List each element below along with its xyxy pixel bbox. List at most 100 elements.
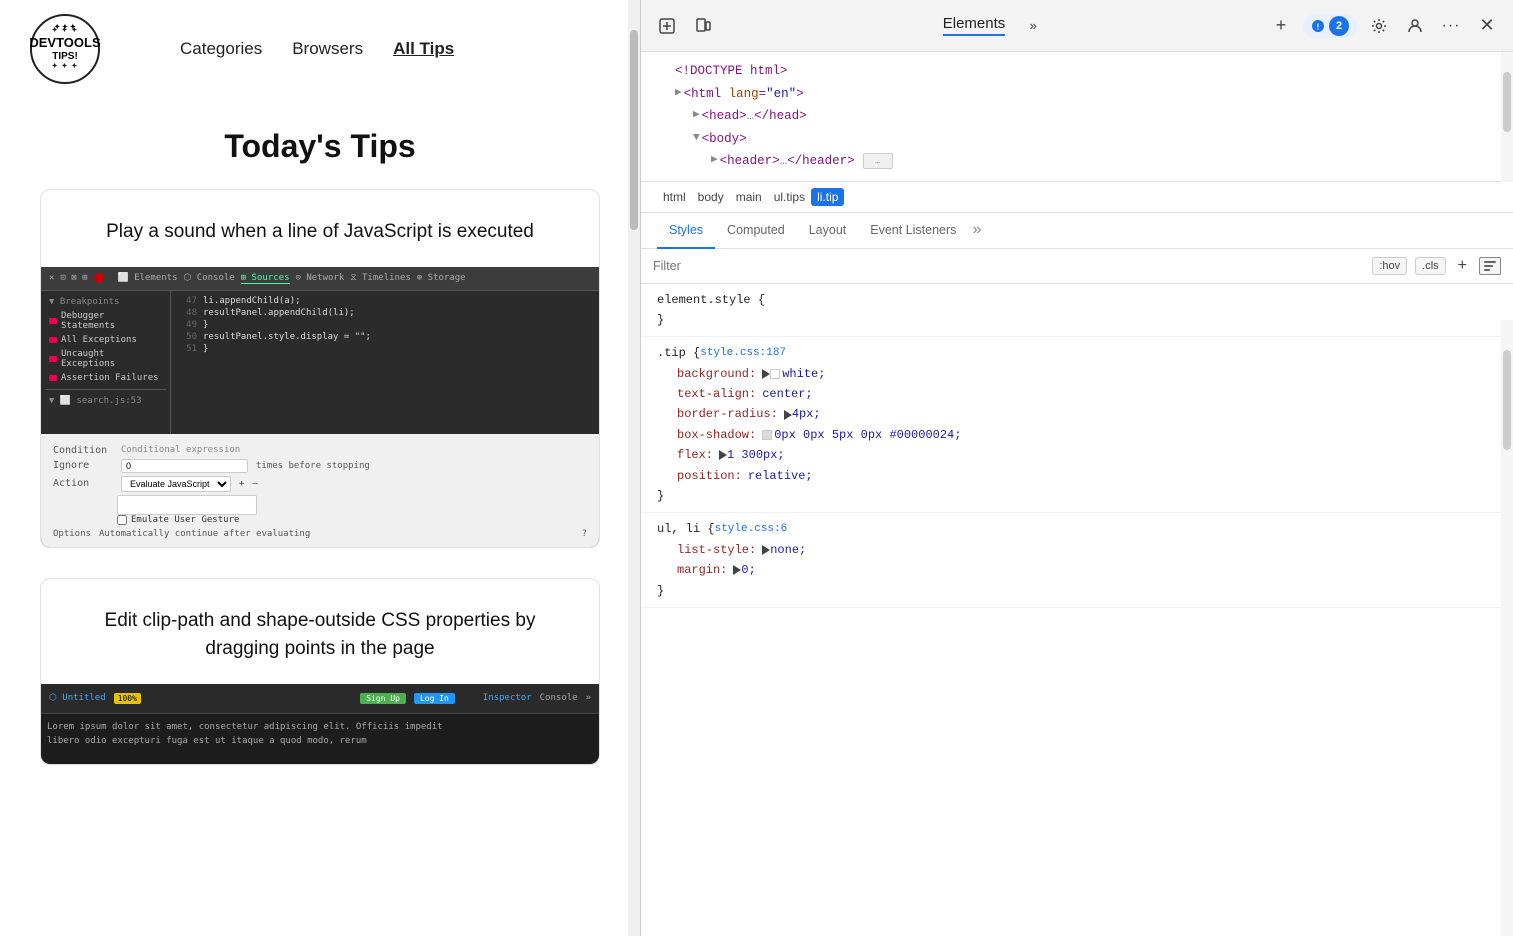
dom-head[interactable]: ▶ <head>…</head> bbox=[657, 105, 1497, 128]
body-expand-arrow[interactable]: ▼ bbox=[693, 129, 700, 149]
background-color-swatch[interactable] bbox=[770, 369, 780, 379]
css-value-flex: 1 300px; bbox=[727, 445, 785, 465]
bp-assertion-fail: Assertion Failures bbox=[45, 371, 166, 385]
add-style-button[interactable]: + bbox=[1454, 255, 1471, 277]
css-selector-tip[interactable]: .tip { bbox=[657, 343, 700, 363]
filter-input[interactable] bbox=[653, 259, 1364, 273]
bc-li-tip[interactable]: li.tip bbox=[811, 188, 844, 206]
css-source-link-tip[interactable]: style.css:187 bbox=[700, 344, 786, 363]
condition-expression: Conditional expression bbox=[121, 445, 240, 455]
breakpoints-label: ▼ Breakpoints bbox=[45, 295, 166, 309]
css-prop-flex: flex: 1 300px; bbox=[657, 445, 1497, 465]
tab-styles[interactable]: Styles bbox=[657, 213, 715, 249]
action-select[interactable]: Evaluate JavaScript bbox=[121, 476, 231, 492]
more-tabs-button[interactable]: » bbox=[972, 221, 981, 239]
dom-body[interactable]: ▼ <body> bbox=[657, 128, 1497, 151]
dom-html[interactable]: ▶ <html lang="en"> bbox=[657, 83, 1497, 106]
css-close-brace-3: } bbox=[657, 581, 664, 601]
css-value-text-align: center; bbox=[762, 384, 812, 404]
css-close-brace-2: } bbox=[657, 486, 664, 506]
svg-text:!: ! bbox=[1317, 22, 1320, 31]
firefox-screenshot: ⬡ Untitled 100% Sign Up Log In Inspector… bbox=[41, 684, 599, 764]
ff-content: Lorem ipsum dolor sit amet, consectetur … bbox=[41, 714, 599, 755]
inspector-label[interactable]: Inspector bbox=[483, 693, 532, 703]
nav-all-tips[interactable]: All Tips bbox=[393, 39, 454, 59]
css-selector-element-style: element.style { bbox=[657, 290, 765, 310]
tip-card-2: Edit clip-path and shape-outside CSS pro… bbox=[40, 578, 600, 765]
more-options-button[interactable]: ··· bbox=[1437, 12, 1465, 40]
nav-browsers[interactable]: Browsers bbox=[292, 39, 363, 59]
evaluate-box[interactable] bbox=[117, 495, 257, 515]
styles-scrollbar-track[interactable] bbox=[1501, 320, 1513, 936]
tab-event-listeners[interactable]: Event Listeners bbox=[858, 213, 968, 249]
condition-label: Condition bbox=[53, 445, 113, 456]
dom-doctype-text: <!DOCTYPE html> bbox=[675, 60, 788, 83]
dom-scrollbar-thumb[interactable] bbox=[1503, 72, 1511, 132]
styles-scrollbar-thumb[interactable] bbox=[1503, 350, 1511, 450]
css-close-brace-1: } bbox=[657, 310, 664, 330]
hov-button[interactable]: :hov bbox=[1372, 257, 1407, 275]
header-expand-arrow[interactable]: ▶ bbox=[711, 151, 718, 171]
emulate-gesture-check[interactable]: Emulate User Gesture bbox=[117, 515, 587, 525]
background-triangle-icon[interactable] bbox=[762, 369, 770, 379]
settings-button[interactable] bbox=[1365, 12, 1393, 40]
left-scrollbar-track[interactable] bbox=[628, 0, 640, 936]
css-value-background: white; bbox=[782, 364, 825, 384]
ignore-input[interactable] bbox=[121, 459, 248, 473]
styles-panel: element.style { } .tip { style.css:187 b… bbox=[641, 284, 1513, 936]
bc-body[interactable]: body bbox=[692, 188, 730, 206]
border-radius-triangle-icon[interactable] bbox=[784, 410, 792, 420]
device-toggle-button[interactable] bbox=[689, 12, 717, 40]
add-panel-button[interactable]: + bbox=[1267, 12, 1295, 40]
css-prop-background: background: white; bbox=[657, 364, 1497, 384]
filter-bar: :hov .cls + bbox=[641, 249, 1513, 284]
devtools-panel: Elements » + ! 2 ··· ✕ <!DOCTYPE h bbox=[640, 0, 1513, 936]
issues-badge[interactable]: ! 2 bbox=[1303, 14, 1357, 38]
css-selector-ul-li[interactable]: ul, li { bbox=[657, 519, 715, 539]
tip-2-image: ⬡ Untitled 100% Sign Up Log In Inspector… bbox=[41, 684, 599, 764]
css-prop-name-position: position: bbox=[677, 466, 742, 486]
tip-1-title: Play a sound when a line of JavaScript i… bbox=[41, 190, 599, 267]
css-value-border-radius: 4px; bbox=[792, 404, 821, 424]
account-button[interactable] bbox=[1401, 12, 1429, 40]
head-expand-arrow[interactable]: ▶ bbox=[693, 106, 700, 126]
cls-button[interactable]: .cls bbox=[1415, 257, 1446, 275]
margin-triangle-icon[interactable] bbox=[733, 565, 741, 575]
more-panels-button[interactable]: » bbox=[1019, 12, 1047, 40]
issues-count: 2 bbox=[1329, 16, 1349, 36]
close-button[interactable]: ✕ bbox=[1473, 12, 1501, 40]
bp-debugger-stmt: Debugger Statements bbox=[45, 309, 166, 333]
css-prop-name-text-align: text-align: bbox=[677, 384, 756, 404]
tab-layout[interactable]: Layout bbox=[797, 213, 859, 249]
html-expand-arrow[interactable]: ▶ bbox=[675, 84, 682, 104]
flex-triangle-icon[interactable] bbox=[719, 450, 727, 460]
logo[interactable]: ✦ ✦ ✦ DEVTOOLS TIPS! ✦ ✦ ✦ bbox=[30, 14, 100, 84]
css-source-link-ul-li[interactable]: style.css:6 bbox=[715, 520, 788, 539]
page-title: Today's Tips bbox=[0, 128, 640, 165]
css-prop-text-align: text-align: center; bbox=[657, 384, 1497, 404]
css-prop-border-radius: border-radius: 4px; bbox=[657, 404, 1497, 424]
css-prop-name-list-style: list-style: bbox=[677, 540, 756, 560]
dom-header[interactable]: ▶ <header>…</header> … bbox=[657, 150, 1497, 173]
debugger-screenshot: ✕ ⊡ ⊠ ⊞ ⬜ Elements ⬡ Console ⊞ Sources ⊙… bbox=[41, 267, 599, 547]
css-value-list-style: none; bbox=[770, 540, 806, 560]
css-prop-box-shadow: box-shadow: 0px 0px 5px 0px #00000024; bbox=[657, 425, 1497, 445]
element-picker-button[interactable] bbox=[653, 12, 681, 40]
bc-main[interactable]: main bbox=[730, 188, 768, 206]
tab-computed[interactable]: Computed bbox=[715, 213, 797, 249]
bc-ul-tips[interactable]: ul.tips bbox=[768, 188, 811, 206]
dom-scrollbar-track[interactable] bbox=[1501, 52, 1513, 182]
left-scrollbar-thumb[interactable] bbox=[630, 30, 638, 230]
box-shadow-swatch[interactable] bbox=[762, 430, 772, 440]
dom-tree-area: <!DOCTYPE html> ▶ <html lang="en"> ▶ <he… bbox=[641, 52, 1513, 182]
nav-links: Categories Browsers All Tips bbox=[180, 39, 454, 59]
nav-categories[interactable]: Categories bbox=[180, 39, 262, 59]
bc-html[interactable]: html bbox=[657, 188, 692, 206]
console-label[interactable]: Console bbox=[540, 693, 578, 703]
toggle-button[interactable] bbox=[1479, 257, 1501, 275]
css-prop-name-box-shadow: box-shadow: bbox=[677, 425, 756, 445]
styles-tabs: Styles Computed Layout Event Listeners » bbox=[641, 213, 1513, 249]
css-rule-ul-li: ul, li { style.css:6 list-style: none; m… bbox=[641, 513, 1513, 608]
bp-file-label: ▼ ⬜ search.js:53 bbox=[45, 394, 166, 408]
list-style-triangle-icon[interactable] bbox=[762, 545, 770, 555]
